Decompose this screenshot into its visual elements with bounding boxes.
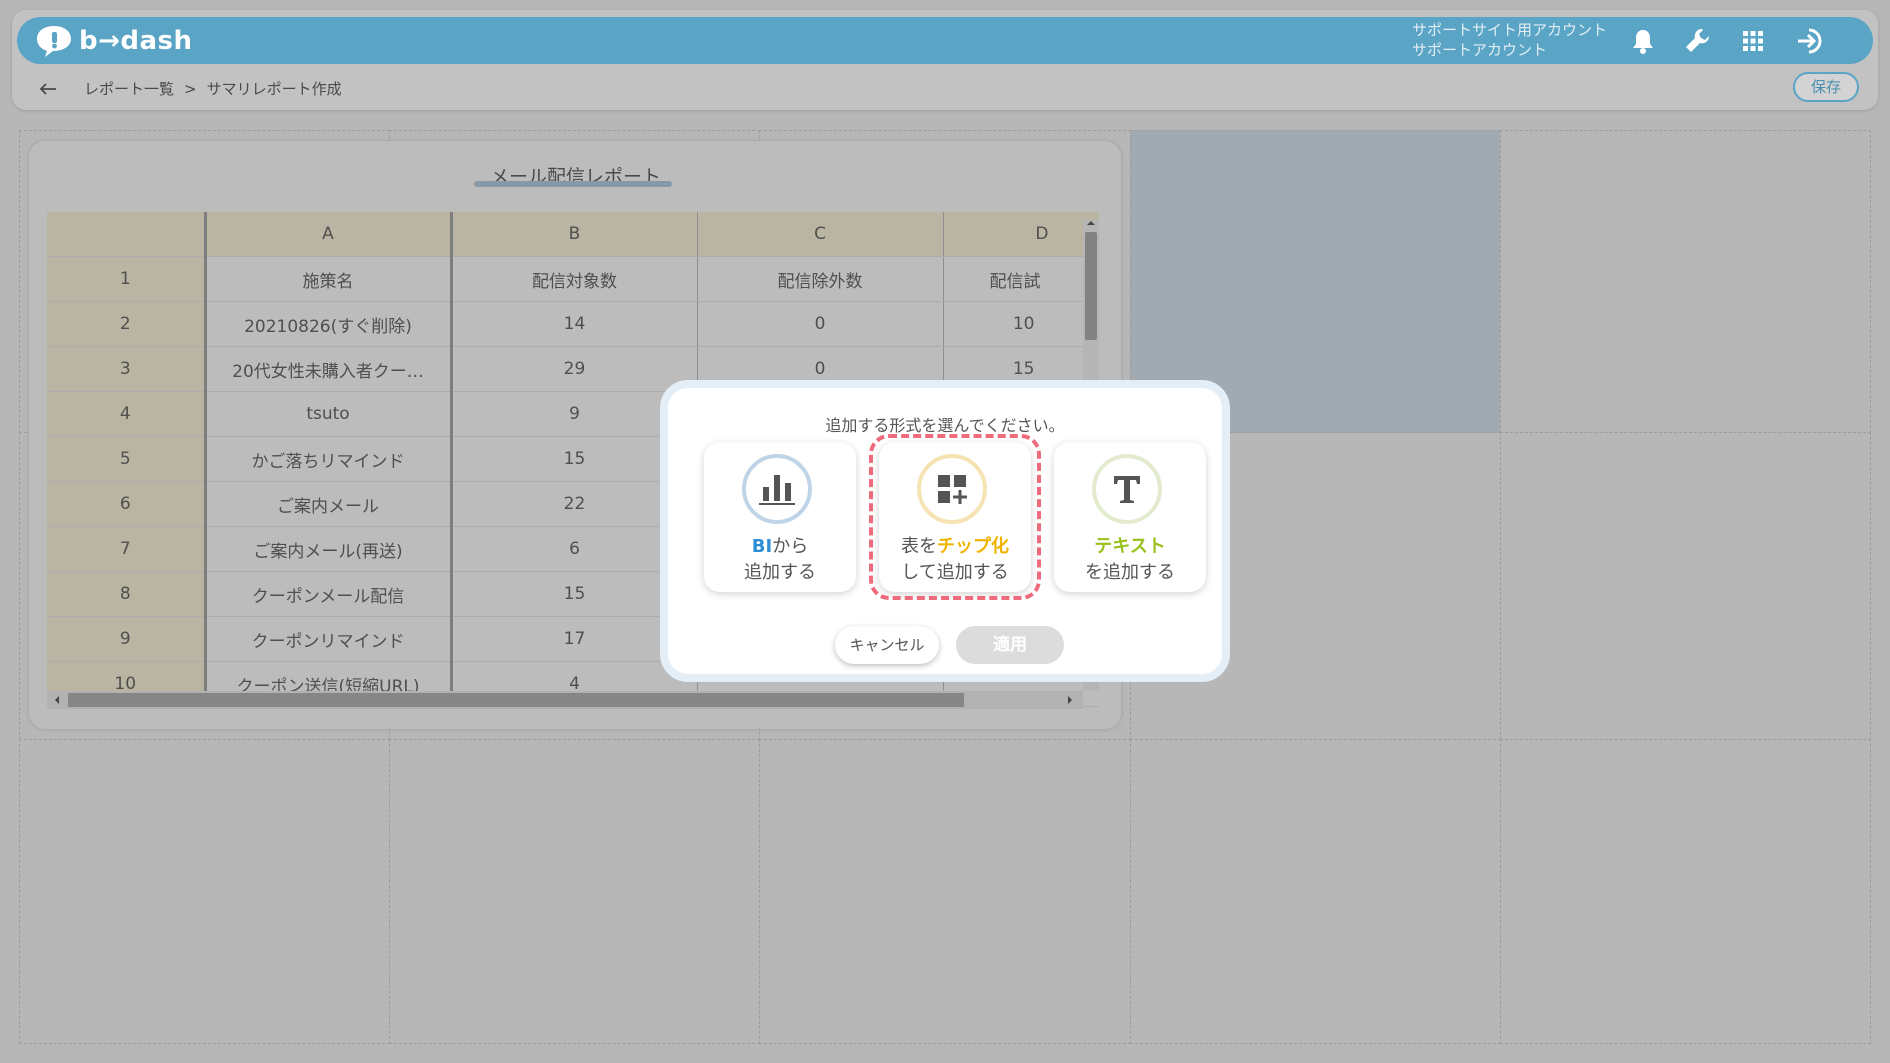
logo-text: b→dash (79, 26, 193, 56)
highlight-annotation (869, 434, 1041, 600)
column-header[interactable]: B (451, 212, 698, 257)
grid-cell[interactable] (759, 739, 1131, 1044)
text-icon-circle (1092, 454, 1162, 524)
account-line2: サポートアカウント (1412, 41, 1548, 59)
table-cell[interactable]: クーポンリマインド (205, 616, 453, 662)
grid-cell[interactable] (1500, 739, 1871, 1044)
table-row: 1 施策名 配信対象数 配信除外数 配信試 (47, 256, 1099, 302)
breadcrumb: レポート一覧 > サマリレポート作成 (38, 78, 342, 99)
table-cell[interactable]: 14 (451, 301, 698, 347)
add-format-dialog: 追加する形式を選んでください。 BIから 追加する 表をチップ化 して追加する … (660, 380, 1230, 682)
text-option-line2: を追加する (1085, 562, 1175, 583)
grid-cell[interactable] (1500, 432, 1871, 740)
apply-button[interactable]: 適用 (956, 626, 1064, 664)
bell-icon[interactable] (1627, 25, 1659, 57)
dialog-prompt: 追加する形式を選んでください。 (825, 416, 1065, 435)
row-number[interactable]: 1 (47, 256, 207, 302)
bi-icon-circle (742, 454, 812, 524)
row-number[interactable]: 4 (47, 391, 207, 437)
table-cell[interactable]: 20210826(すぐ削除) (205, 301, 453, 347)
grid-cell[interactable] (389, 739, 760, 1044)
cancel-button[interactable]: キャンセル (835, 626, 939, 664)
row-number[interactable]: 5 (47, 436, 207, 482)
text-option-label: テキスト を追加する (1054, 534, 1206, 586)
scroll-right-arrow-icon[interactable] (1065, 694, 1075, 706)
scroll-left-arrow-icon[interactable] (52, 694, 62, 706)
grid-cell[interactable] (19, 739, 390, 1044)
breadcrumb-separator: > (184, 79, 197, 98)
bi-option-line2: 追加する (744, 562, 816, 583)
table-cell[interactable]: ご案内メール(再送) (205, 526, 453, 572)
corner-cell (47, 212, 207, 257)
table-cell[interactable]: tsuto (205, 391, 453, 437)
save-button[interactable]: 保存 (1793, 72, 1859, 102)
add-from-bi-option[interactable]: BIから 追加する (704, 442, 856, 592)
vertical-scroll-thumb[interactable] (1085, 232, 1097, 340)
row-number[interactable]: 7 (47, 526, 207, 572)
table-cell[interactable]: クーポンメール配信 (205, 571, 453, 617)
account-info[interactable]: サポートサイト用アカウント サポートアカウント (1412, 20, 1607, 60)
column-header[interactable]: D (943, 212, 1099, 257)
bi-option-line1: から (772, 536, 809, 557)
row-number[interactable]: 3 (47, 346, 207, 392)
text-option-highlight: テキスト (1094, 536, 1166, 557)
column-header[interactable]: A (205, 212, 453, 257)
wrench-icon[interactable] (1682, 25, 1714, 57)
table-cell[interactable]: ご案内メール (205, 481, 453, 527)
row-number[interactable]: 6 (47, 481, 207, 527)
bar-chart-icon (759, 475, 795, 505)
table-cell[interactable]: 配信試 (943, 256, 1099, 302)
table-cell[interactable]: 施策名 (205, 256, 453, 302)
table-cell[interactable]: 10 (943, 301, 1099, 347)
column-header[interactable]: C (697, 212, 944, 257)
breadcrumb-current: サマリレポート作成 (206, 80, 342, 98)
bi-option-highlight: BI (751, 536, 773, 557)
table-cell[interactable]: 配信対象数 (451, 256, 698, 302)
column-header-row: A B C D (47, 212, 1099, 257)
table-cell[interactable]: 29 (451, 346, 698, 392)
table-cell[interactable]: 20代女性未購入者クー… (205, 346, 453, 392)
text-t-icon (1114, 476, 1140, 503)
breadcrumb-report-list[interactable]: レポート一覧 (84, 78, 174, 99)
table-cell[interactable]: 配信除外数 (697, 256, 944, 302)
apps-grid-icon[interactable] (1737, 25, 1769, 57)
table-row: 2 20210826(すぐ削除) 14 0 10 (47, 301, 1099, 347)
logo[interactable]: b→dash (35, 23, 193, 59)
table-cell[interactable]: かご落ちリマインド (205, 436, 453, 482)
top-bar: b→dash サポートサイト用アカウント サポートアカウント (17, 17, 1873, 64)
logo-bubble-icon (37, 26, 71, 57)
horizontal-scroll-thumb[interactable] (68, 693, 964, 707)
row-number[interactable]: 2 (47, 301, 207, 347)
title-underline (474, 181, 672, 187)
row-number[interactable]: 9 (47, 616, 207, 662)
bi-option-label: BIから 追加する (704, 534, 856, 586)
account-line1: サポートサイト用アカウント (1412, 21, 1608, 39)
grid-cell[interactable] (1500, 130, 1871, 433)
row-number[interactable]: 8 (47, 571, 207, 617)
logout-icon[interactable] (1795, 25, 1827, 57)
table-cell[interactable]: 0 (697, 301, 944, 347)
add-text-option[interactable]: テキスト を追加する (1054, 442, 1206, 592)
grid-cell[interactable] (1130, 739, 1501, 1044)
scroll-up-arrow-icon[interactable] (1085, 218, 1097, 228)
back-arrow-icon[interactable] (38, 81, 58, 97)
